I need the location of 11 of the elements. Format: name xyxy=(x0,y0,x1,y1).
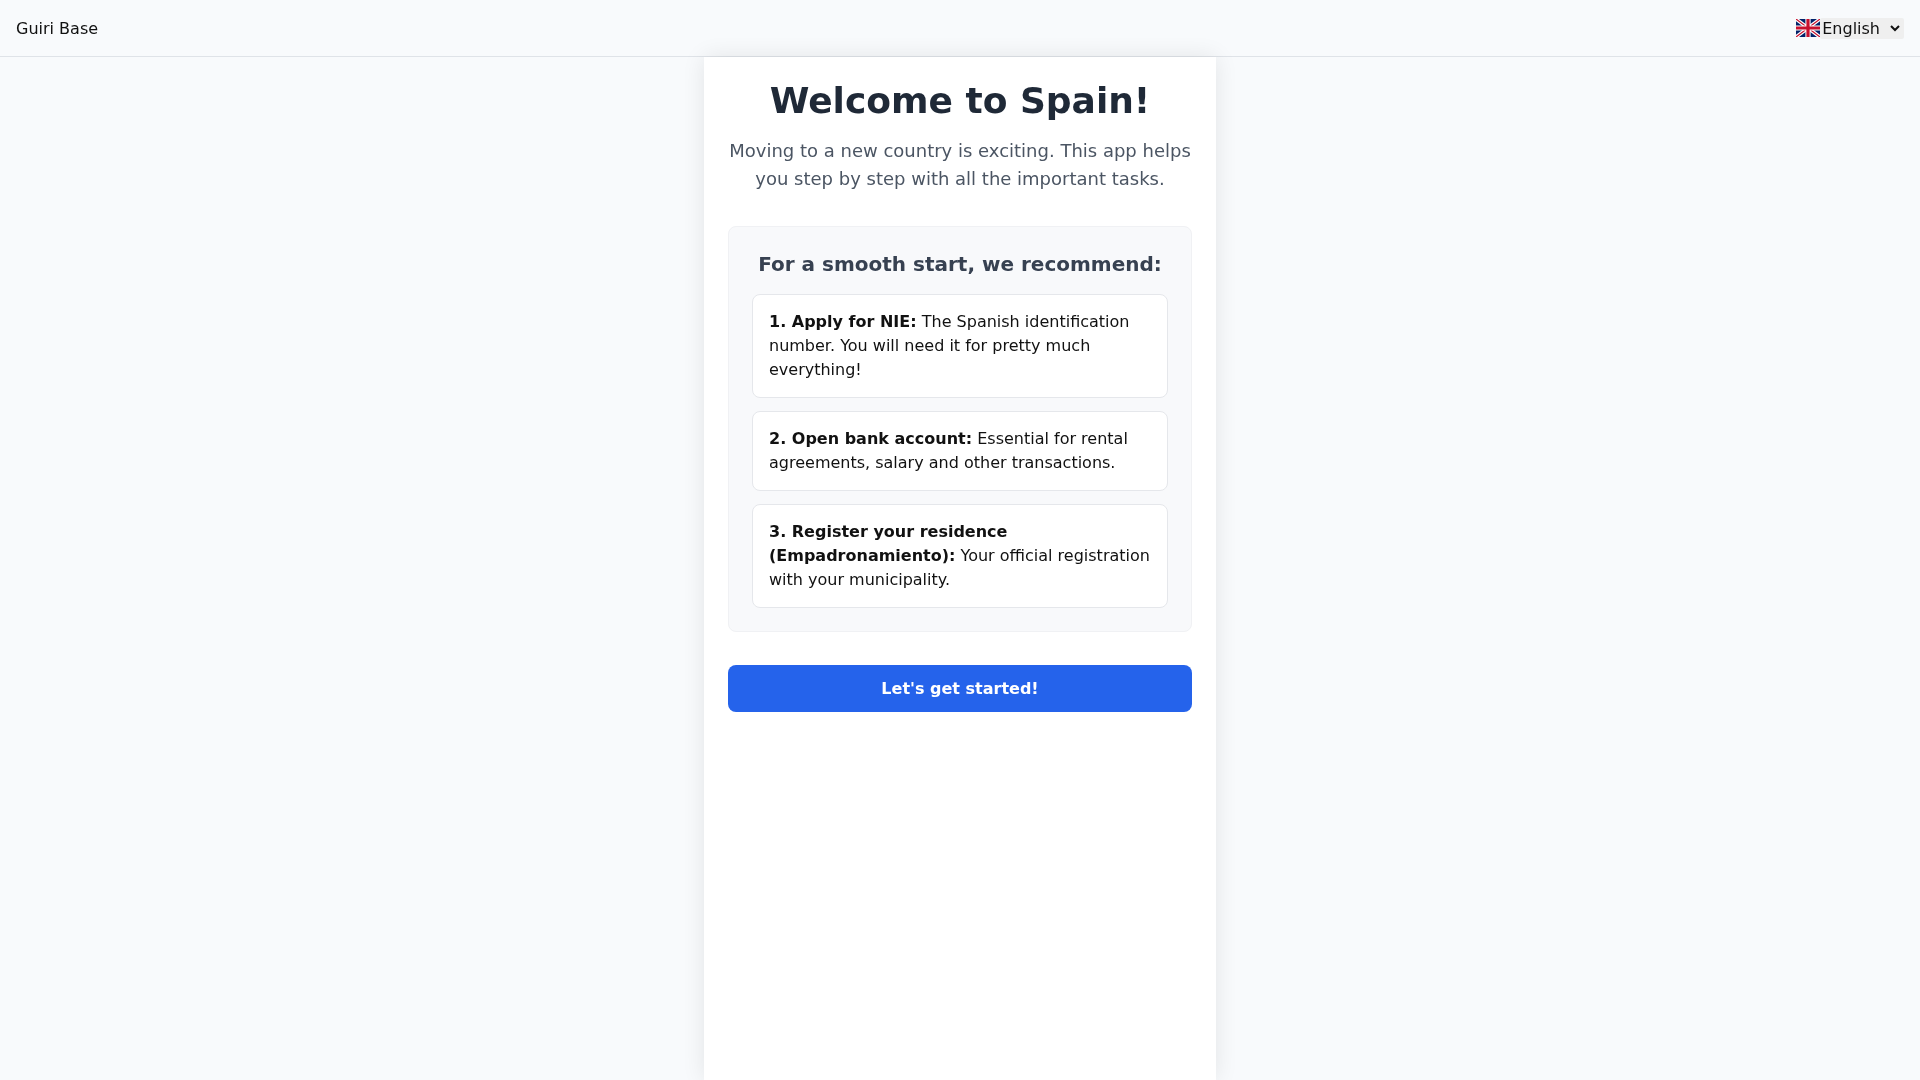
welcome-title: Welcome to Spain! xyxy=(768,81,1152,121)
get-started-button[interactable]: Let's get started! xyxy=(728,665,1192,712)
flag-icon xyxy=(1796,19,1821,37)
caret-icon xyxy=(1890,24,1900,32)
recommendation-text: 1. Apply for NIE: The Spanish identification number. You will need it for pretty much everything! xyxy=(769,311,1131,381)
recommendations-heading: For a smooth start, we recommend: xyxy=(757,251,1163,278)
language-select[interactable]: English xyxy=(1820,17,1904,39)
welcome-subtitle: Moving to a new country is exciting. This app helps you step by step with all the important tasks. xyxy=(728,139,1192,191)
app-name: Guiri Base xyxy=(16,18,99,38)
recommendation-text: 2. Open bank account: Essential for rental agreements, salary and other transactions. xyxy=(769,428,1129,474)
recommendation-text: 3. Register your residence (Empadronamiento): Your official registration with your municipality. xyxy=(769,521,1151,591)
